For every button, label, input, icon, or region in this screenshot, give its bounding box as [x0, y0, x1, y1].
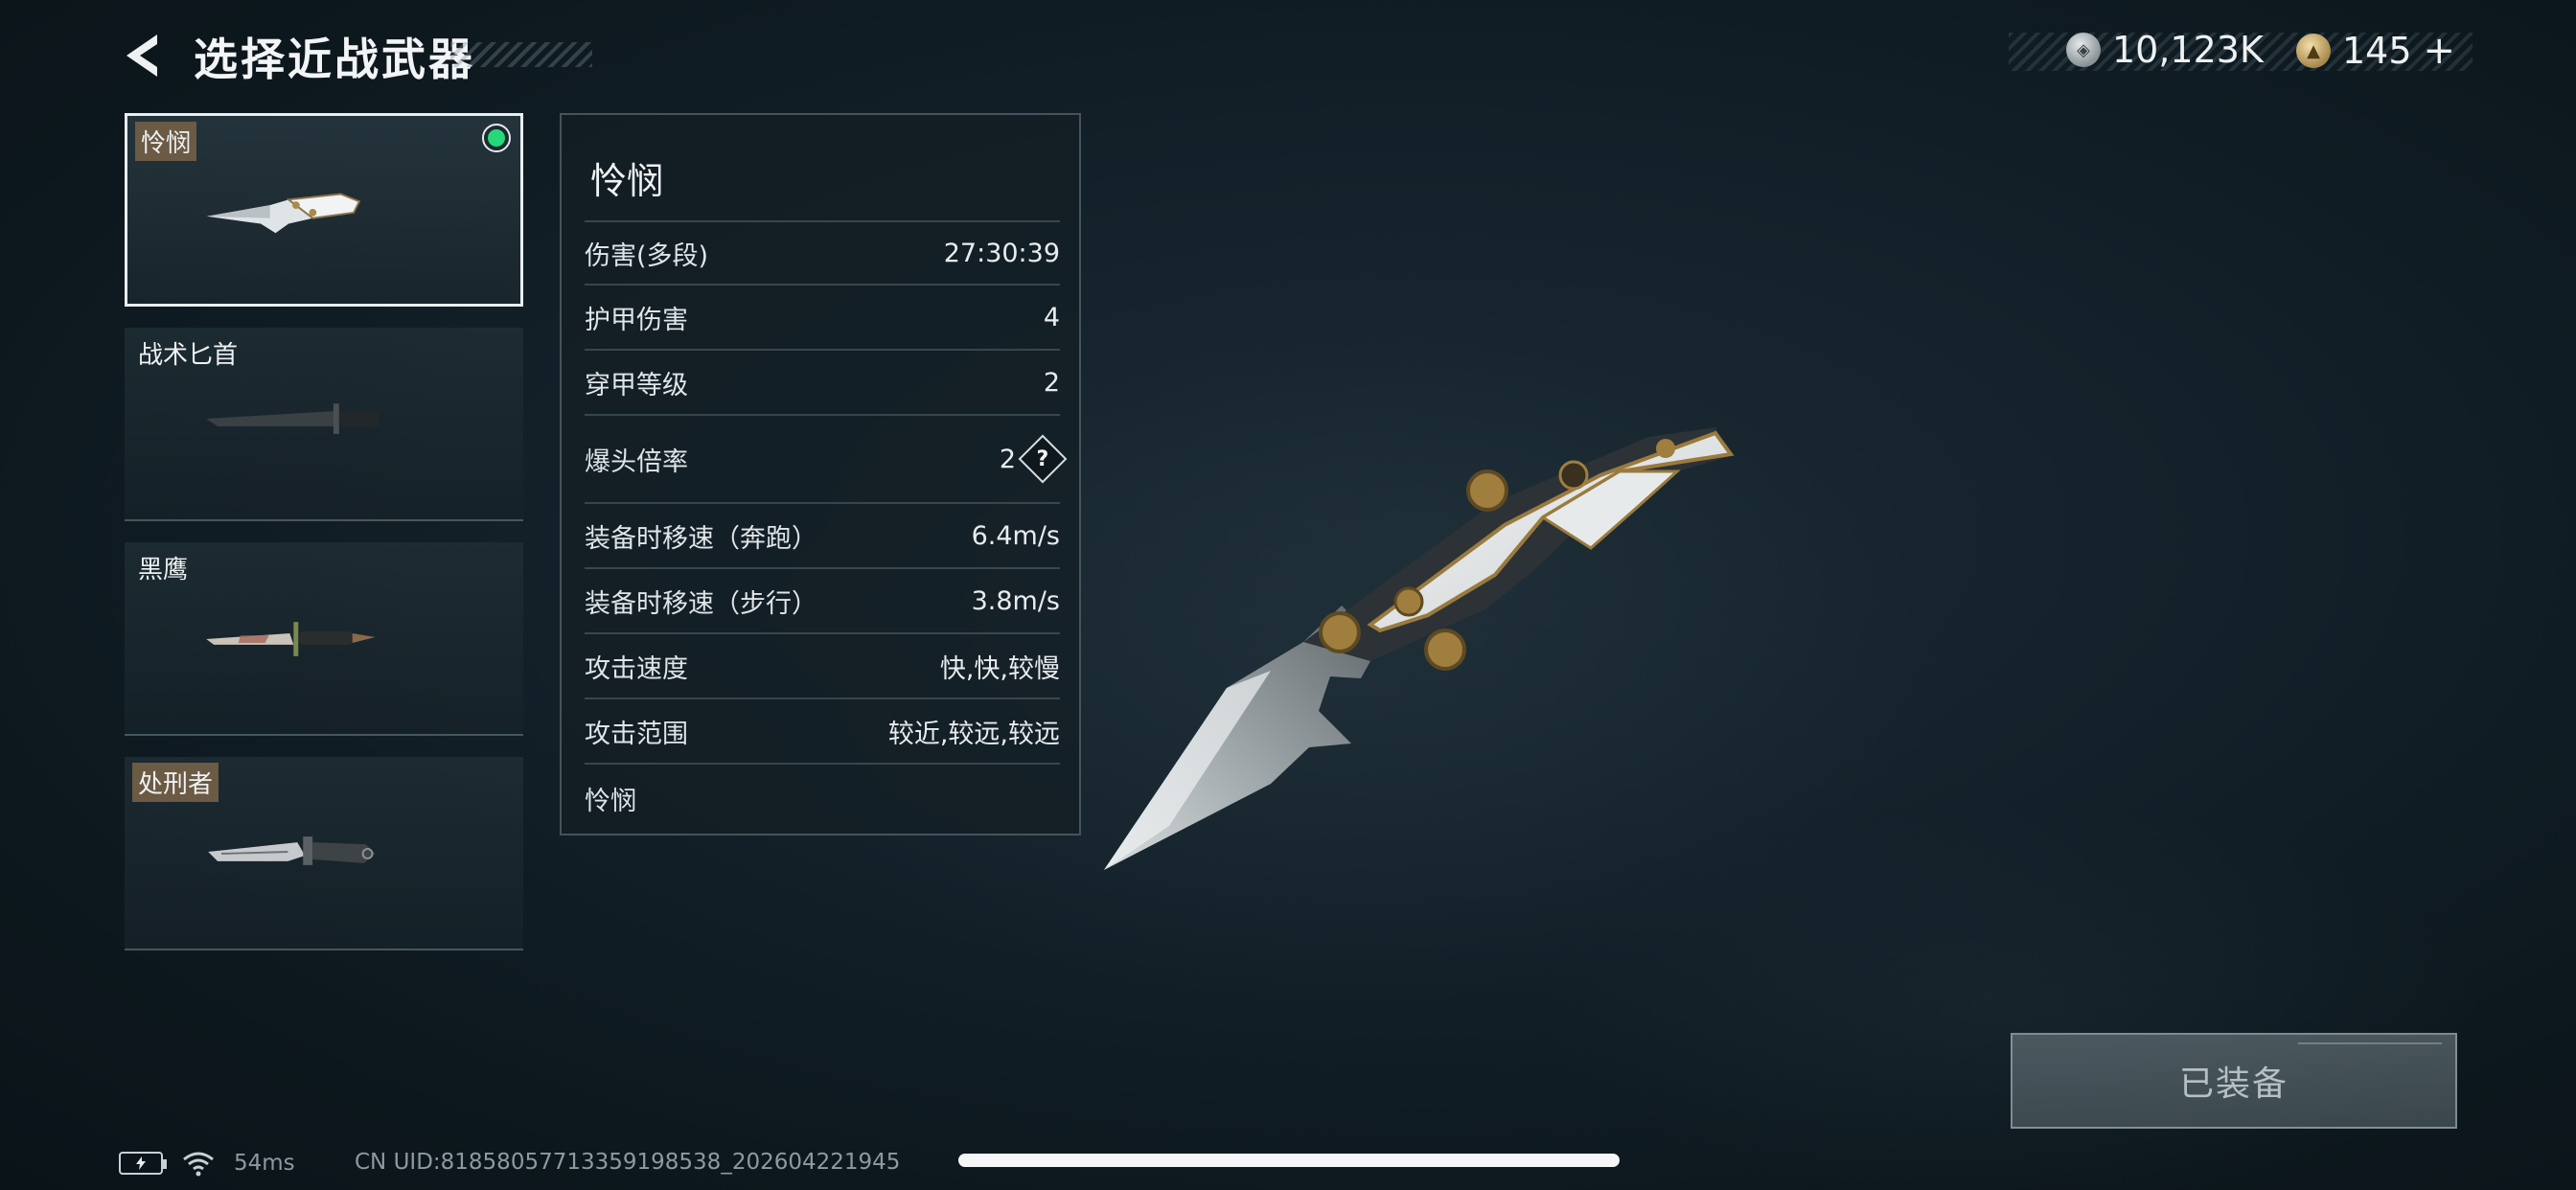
game-screen: 选择近战武器 ◈ 10,123K ▲ 145 + 怜悯 战术匕首 黑鹰 处刑者 … — [0, 0, 2576, 1190]
silver-amount: 10,123K — [2112, 29, 2264, 71]
stat-label: 爆头倍率 — [585, 446, 688, 477]
silver-currency: ◈ 10,123K — [2066, 29, 2264, 71]
equip-button[interactable]: 已装备 — [2011, 1033, 2457, 1129]
weapon-card-mercy[interactable]: 怜悯 — [125, 113, 523, 307]
weapon-showcase-render — [1104, 427, 1735, 870]
gold-currency[interactable]: ▲ 145 + — [2296, 29, 2455, 73]
battery-charging-icon — [119, 1152, 167, 1175]
stat-label: 攻击速度 — [585, 653, 688, 684]
stat-value: 快,快,较慢 — [939, 653, 1060, 684]
weapon-title: 怜悯 — [590, 160, 664, 202]
gold-amount: 145 — [2342, 30, 2412, 72]
status-bar: 54ms — [119, 1150, 295, 1177]
weapon-card-tactical-dagger[interactable]: 战术匕首 — [125, 328, 523, 521]
gold-coin-icon: ▲ — [2296, 34, 2331, 68]
wifi-icon — [183, 1152, 214, 1177]
stat-row-run-speed: 装备时移速（奔跑） 6.4m/s — [585, 502, 1060, 567]
stat-row-walk-speed: 装备时移速（步行） 3.8m/s — [585, 567, 1060, 632]
stat-value: 2 — [1043, 367, 1060, 398]
button-decoration — [2298, 1042, 2442, 1052]
add-gold-button[interactable]: + — [2424, 29, 2456, 73]
equip-button-label: 已装备 — [2178, 1064, 2288, 1104]
stat-label: 伤害(多段) — [585, 240, 709, 271]
stat-value: 3.8m/s — [971, 585, 1060, 616]
black-hawk-thumbnail — [206, 622, 376, 656]
help-icon[interactable]: ? — [1018, 434, 1068, 484]
stat-value: 2 — [999, 444, 1016, 474]
stat-value: 较近,较远,较远 — [887, 719, 1060, 749]
stat-label: 装备时移速（步行） — [585, 588, 817, 619]
tactical-dagger-thumbnail — [206, 403, 380, 434]
stat-row-penetration: 穿甲等级 2 — [585, 349, 1060, 414]
mercy-knife-thumbnail — [206, 193, 361, 234]
weapon-card-executioner[interactable]: 处刑者 — [125, 757, 523, 950]
stat-row-armor-damage: 护甲伤害 4 — [585, 284, 1060, 349]
stat-label: 装备时移速（奔跑） — [585, 523, 817, 554]
player-uid: CN UID:81858057713359198538_202604221945 — [355, 1150, 901, 1175]
stat-row-attack-range: 攻击范围 较近,较远,较远 — [585, 698, 1060, 763]
silver-coin-icon: ◈ — [2066, 33, 2101, 67]
stat-description: 怜悯 — [585, 763, 1060, 832]
stat-label: 护甲伤害 — [585, 305, 688, 335]
stat-value: 27:30:39 — [943, 238, 1060, 268]
title-decoration — [450, 42, 592, 67]
ping-value: 54ms — [234, 1151, 295, 1176]
back-arrow-icon — [126, 34, 157, 77]
home-indicator[interactable] — [958, 1154, 1620, 1167]
description-text: 怜悯 — [585, 786, 636, 816]
stat-value: 6.4m/s — [971, 520, 1060, 551]
weapon-card-black-hawk[interactable]: 黑鹰 — [125, 542, 523, 736]
weapon-stats-panel: 怜悯 伤害(多段) 27:30:39 护甲伤害 4 穿甲等级 2 爆头倍率 2 … — [560, 113, 1081, 835]
stat-label: 穿甲等级 — [585, 370, 688, 400]
executioner-thumbnail — [208, 836, 376, 865]
back-button[interactable] — [113, 27, 171, 84]
stat-row-headshot: 爆头倍率 2 ? — [585, 414, 1068, 502]
stat-value: 4 — [1043, 302, 1060, 332]
stat-label: 攻击范围 — [585, 719, 688, 749]
help-glyph: ? — [1036, 446, 1049, 471]
stat-row-attack-speed: 攻击速度 快,快,较慢 — [585, 632, 1060, 698]
stat-row-damage: 伤害(多段) 27:30:39 — [585, 220, 1060, 284]
page-title: 选择近战武器 — [194, 34, 475, 85]
